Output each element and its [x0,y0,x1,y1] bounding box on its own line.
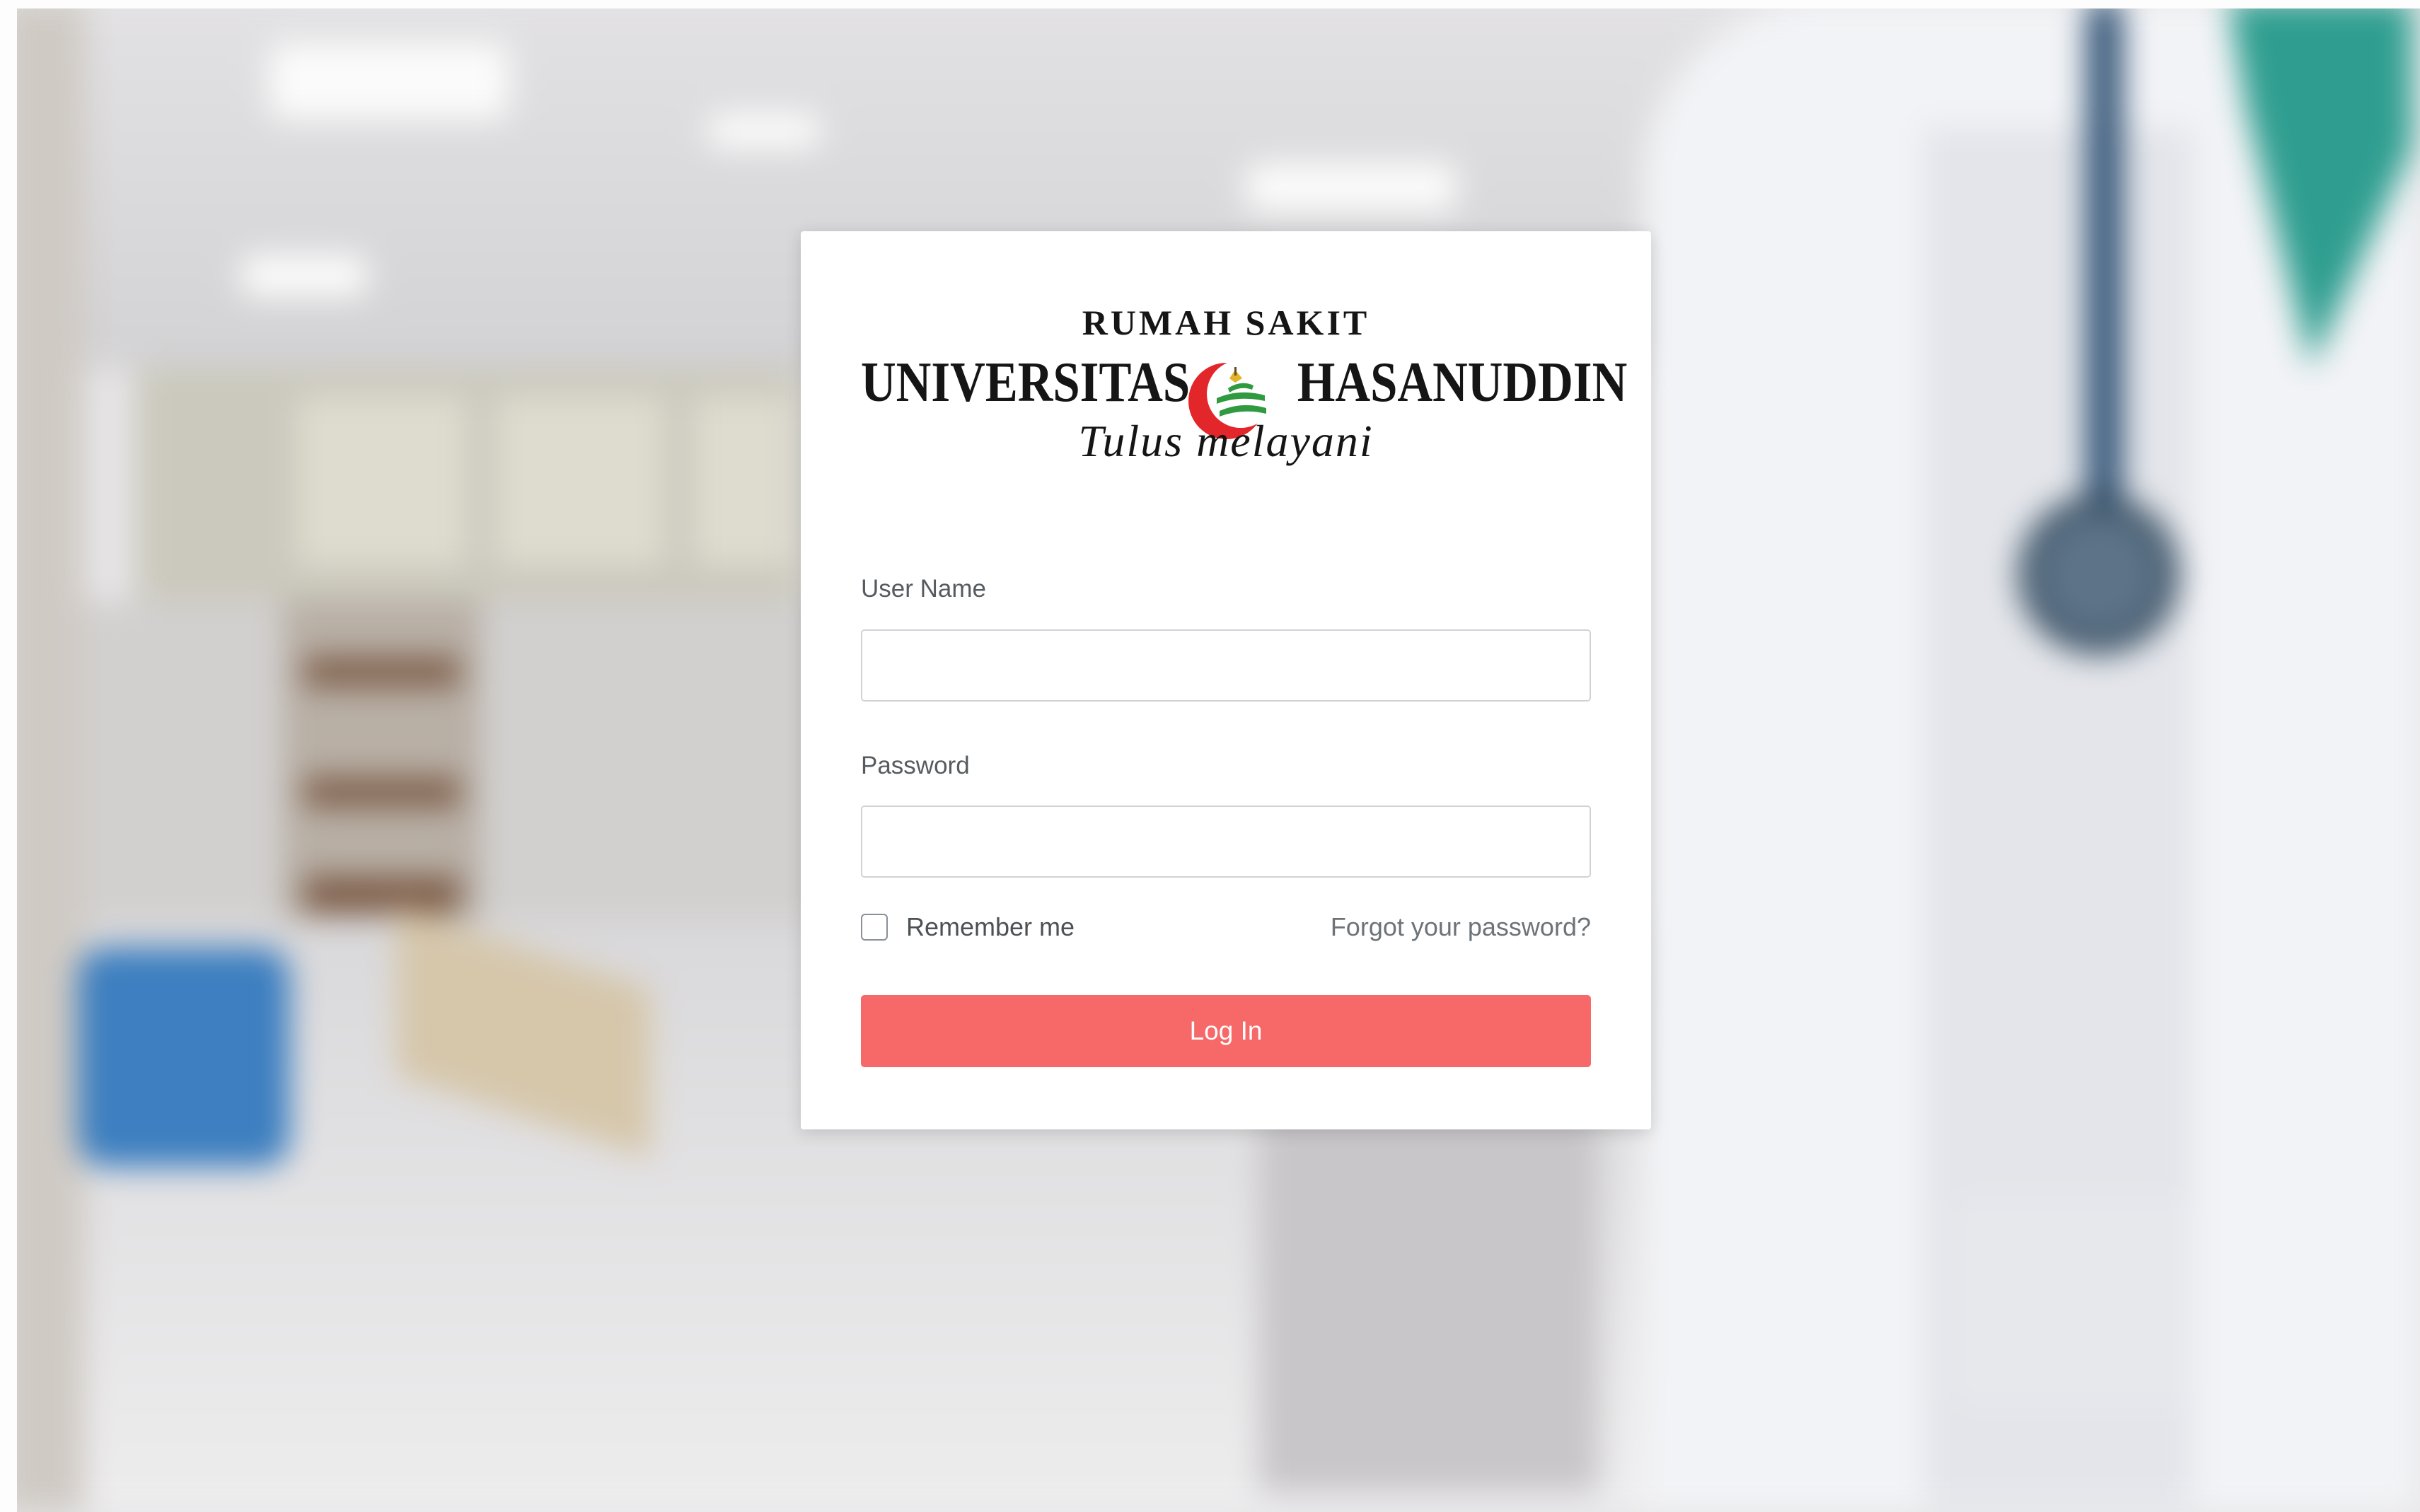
logo-word-right: HASANUDDIN [1297,351,1628,414]
logo-word-left: UNIVERSITAS [861,351,1191,414]
bg-ceiling-light [241,255,368,297]
bg-window-pane [693,396,792,566]
bg-shelf-item [304,658,460,686]
username-label: User Name [861,575,986,603]
login-button[interactable]: Log In [861,995,1591,1067]
forgot-password-link[interactable]: Forgot your password? [1331,912,1591,942]
password-input[interactable] [861,806,1591,878]
remember-row: Remember me Forgot your password? [861,910,1591,946]
username-input[interactable] [861,629,1591,702]
bg-window-pane [297,396,467,566]
bg-stethoscope-tube [2087,0,2122,509]
logo-line-1: RUMAH SAKIT [1082,303,1370,342]
login-card: RUMAH SAKIT UNIVERSITAS HASANUDDIN Tulus… [801,231,1651,1129]
remember-me-checkbox[interactable] [861,914,888,941]
login-page: RUMAH SAKIT UNIVERSITAS HASANUDDIN Tulus… [0,0,2420,1512]
window-edge-top [0,0,2420,8]
logo-tagline: Tulus melayani [1078,416,1374,466]
bg-ceiling-light [1245,163,1457,212]
password-label: Password [861,752,970,779]
window-edge-left [0,0,17,1512]
bg-shelf-item [304,778,460,806]
bg-blue-chair [78,948,290,1167]
remember-me-label[interactable]: Remember me [906,912,1075,942]
hospital-logo: RUMAH SAKIT UNIVERSITAS HASANUDDIN Tulus… [861,302,1627,472]
bg-window-pane [495,396,665,566]
bg-ceiling-light [269,42,509,120]
bg-coat-pocket [1952,1195,2186,1407]
bg-door [1259,1096,1599,1492]
bg-ceiling-light [707,113,821,149]
bg-shelf-item [304,877,460,912]
bg-stethoscope-head [2020,495,2178,653]
